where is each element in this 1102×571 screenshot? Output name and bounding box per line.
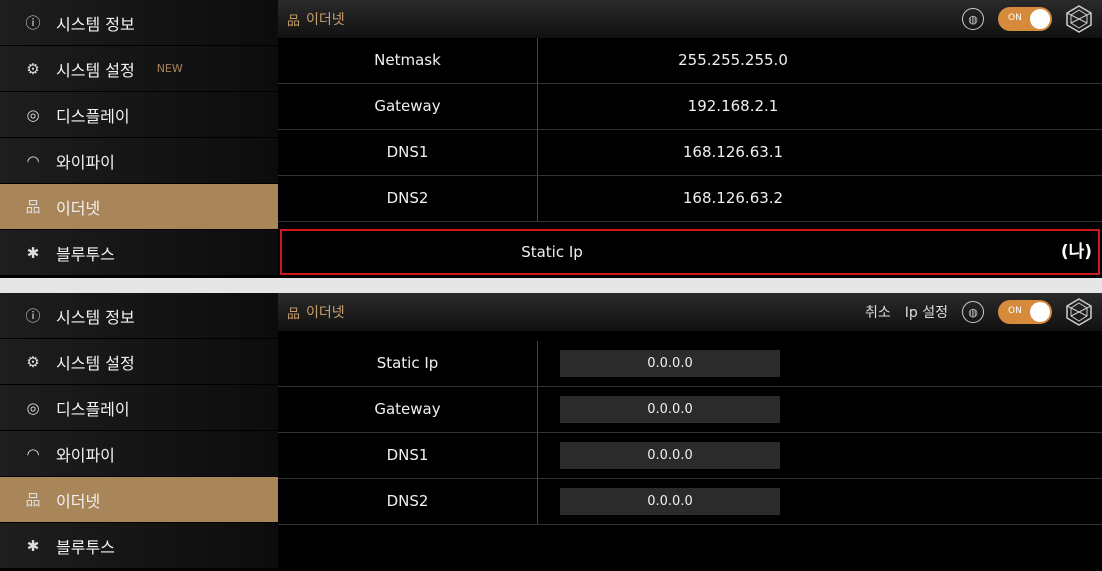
sidebar-item-label: 시스템 설정: [56, 60, 135, 80]
bluetooth-icon: ✱: [26, 243, 40, 262]
table-row: DNS1 0.0.0.0: [278, 433, 1102, 479]
globe-icon[interactable]: ◍: [962, 301, 984, 323]
gear-icon: ⚙: [26, 352, 40, 371]
globe-icon[interactable]: ◍: [962, 8, 984, 30]
sidebar: ⓘ 시스템 정보 ⚙ 시스템 설정 ◎ 디스플레이 ◠ 와이파이 品 이더넷 ✱…: [0, 293, 278, 571]
sidebar-item-label: 디스플레이: [56, 399, 130, 419]
toggle-label: ON: [1008, 13, 1022, 23]
sidebar-item-bluetooth[interactable]: ✱ 블루투스: [0, 230, 278, 276]
wifi-icon: ◠: [26, 151, 40, 170]
header-controls: 취소 Ip 설정 ◍ ON: [865, 293, 1094, 331]
sidebar-item-bluetooth[interactable]: ✱ 블루투스: [0, 523, 278, 569]
sidebar: ⓘ 시스템 정보 ⚙ 시스템 설정 NEW ◎ 디스플레이 ◠ 와이파이 品 이…: [0, 0, 278, 278]
sidebar-item-wifi[interactable]: ◠ 와이파이: [0, 138, 278, 184]
toggle-label: ON: [1008, 306, 1022, 316]
sidebar-item-label: 시스템 정보: [56, 307, 135, 327]
gear-icon: ⚙: [26, 59, 40, 78]
toggle-knob: [1030, 302, 1050, 322]
column-divider: [537, 387, 538, 432]
page-header: 品 이더넷 ◍ ON: [278, 0, 1102, 38]
cancel-button[interactable]: 취소: [865, 302, 891, 322]
sidebar-item-label: 와이파이: [56, 445, 115, 465]
column-divider: [537, 479, 538, 524]
row-label: DNS2: [386, 492, 429, 510]
sidebar-item-system-info[interactable]: ⓘ 시스템 정보: [0, 0, 278, 46]
table-row: Netmask 255.255.255.0: [278, 38, 1102, 84]
sidebar-item-wifi[interactable]: ◠ 와이파이: [0, 431, 278, 477]
row-label: DNS2: [386, 189, 429, 207]
ethernet-toggle[interactable]: ON: [998, 300, 1052, 324]
static-ip-button[interactable]: Static Ip (나): [280, 229, 1100, 275]
sidebar-item-label: 디스플레이: [56, 106, 130, 126]
annotation-marker: (나): [1060, 242, 1092, 262]
row-label: DNS1: [386, 143, 429, 161]
ethernet-icon: 品: [25, 491, 41, 509]
brand-logo-icon: [1066, 5, 1092, 33]
row-label: Static Ip: [376, 354, 439, 372]
display-icon: ◎: [26, 105, 40, 124]
new-badge: NEW: [156, 62, 183, 75]
info-icon: ⓘ: [25, 307, 41, 325]
ethernet-icon: 品: [287, 306, 301, 322]
row-label: Gateway: [374, 400, 441, 418]
row-value: 255.255.255.0: [678, 51, 788, 69]
table-row: DNS1 168.126.63.1: [278, 130, 1102, 176]
sidebar-item-ethernet[interactable]: 品 이더넷: [0, 477, 278, 523]
display-icon: ◎: [26, 398, 40, 417]
info-icon: ⓘ: [25, 14, 41, 32]
toggle-knob: [1030, 9, 1050, 29]
sidebar-item-system-settings[interactable]: ⚙ 시스템 설정 NEW: [0, 46, 278, 92]
row-value: 192.168.2.1: [687, 97, 779, 115]
ethernet-icon: 品: [287, 13, 301, 29]
sidebar-item-label: 이더넷: [56, 198, 101, 218]
table-row: DNS2 168.126.63.2: [278, 176, 1102, 222]
gateway-input[interactable]: 0.0.0.0: [560, 396, 780, 423]
row-value: 168.126.63.1: [682, 143, 784, 161]
static-ip-edit-panel: ⓘ 시스템 정보 ⚙ 시스템 설정 ◎ 디스플레이 ◠ 와이파이 品 이더넷 ✱…: [0, 293, 1102, 571]
sidebar-item-system-info[interactable]: ⓘ 시스템 정보: [0, 293, 278, 339]
bluetooth-icon: ✱: [26, 536, 40, 555]
ethernet-icon: 品: [25, 198, 41, 216]
dns2-input[interactable]: 0.0.0.0: [560, 488, 780, 515]
dns1-input[interactable]: 0.0.0.0: [560, 442, 780, 469]
page-title: 이더넷: [306, 12, 345, 28]
static-ip-input[interactable]: 0.0.0.0: [560, 350, 780, 377]
sidebar-item-label: 이더넷: [56, 491, 101, 511]
row-label: DNS1: [386, 446, 429, 464]
table-row: DNS2 0.0.0.0: [278, 479, 1102, 525]
sidebar-item-ethernet[interactable]: 品 이더넷: [0, 184, 278, 230]
sidebar-item-display[interactable]: ◎ 디스플레이: [0, 92, 278, 138]
sidebar-item-label: 블루투스: [56, 244, 115, 264]
row-label: Gateway: [374, 97, 441, 115]
column-divider: [537, 433, 538, 478]
page-header: 品 이더넷 취소 Ip 설정 ◍ ON: [278, 293, 1102, 331]
table-row: Static Ip 0.0.0.0: [278, 341, 1102, 387]
row-value: 168.126.63.2: [682, 189, 784, 207]
sidebar-item-label: 블루투스: [56, 537, 115, 557]
page-title: 이더넷: [306, 305, 345, 321]
brand-logo-icon: [1066, 298, 1092, 326]
table-row: Gateway 192.168.2.1: [278, 84, 1102, 130]
row-label: Netmask: [374, 51, 441, 69]
sidebar-item-system-settings[interactable]: ⚙ 시스템 설정: [0, 339, 278, 385]
wifi-icon: ◠: [26, 444, 40, 463]
sidebar-item-label: 시스템 설정: [56, 353, 135, 373]
ethernet-toggle[interactable]: ON: [998, 7, 1052, 31]
sidebar-item-label: 시스템 정보: [56, 14, 135, 34]
table-row: Gateway 0.0.0.0: [278, 387, 1102, 433]
sidebar-item-label: 와이파이: [56, 152, 115, 172]
ethernet-view-panel: ⓘ 시스템 정보 ⚙ 시스템 설정 NEW ◎ 디스플레이 ◠ 와이파이 品 이…: [0, 0, 1102, 278]
ip-setting-button[interactable]: Ip 설정: [905, 302, 948, 322]
column-divider: [537, 341, 538, 386]
static-ip-label: Static Ip: [521, 243, 583, 261]
sidebar-item-display[interactable]: ◎ 디스플레이: [0, 385, 278, 431]
header-controls: ◍ ON: [962, 0, 1094, 38]
